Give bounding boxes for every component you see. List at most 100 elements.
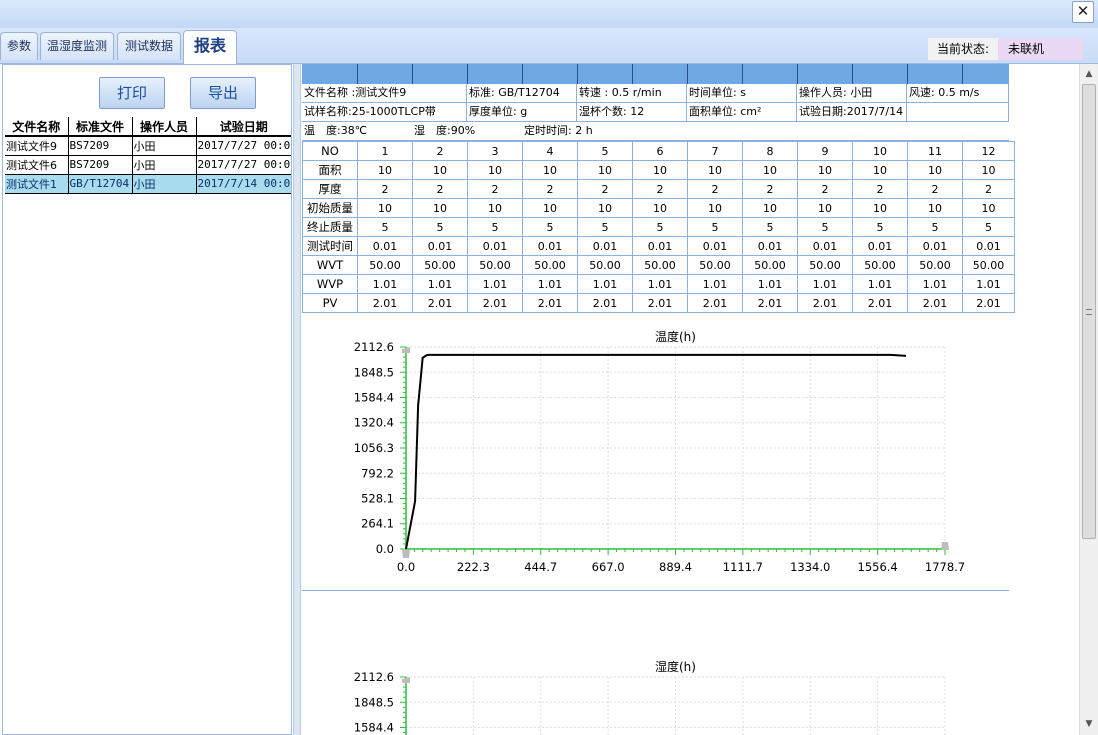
file-name: 测试文件6 — [5, 155, 69, 175]
panel-splitter[interactable] — [293, 64, 301, 735]
humidity-chart: 湿度(h) 1584.4 1848.5 2112.6 — [354, 659, 946, 735]
results-cell: 0.01 — [687, 236, 743, 256]
info-thickness-unit: 厚度单位: g — [467, 103, 577, 122]
cup-number: 9 — [797, 141, 853, 161]
file-date: 2017/7/27 00:00 — [196, 155, 291, 175]
info-wind-speed: 风速: 0.5 m/s — [907, 84, 1009, 103]
results-cell: 10 — [742, 160, 798, 180]
results-cell: 2.01 — [687, 293, 743, 313]
info-row-3: 温 度:38℃ 湿 度:90% 定时时间: 2 h — [302, 122, 1009, 141]
results-cell: 0.01 — [412, 236, 468, 256]
report-area: 文件名称 :测试文件9 标准: GB/T12704 转速 : 0.5 r/min… — [302, 64, 1079, 735]
results-cell: 2.01 — [852, 293, 908, 313]
results-row-label: 终止质量 — [302, 217, 358, 237]
info-temperature: 温 度:38℃ — [304, 124, 368, 137]
results-cell: 2 — [742, 179, 798, 199]
results-cell: 10 — [577, 198, 633, 218]
scroll-up-icon[interactable]: ▲ — [1080, 66, 1098, 83]
print-button[interactable]: 打印 — [99, 77, 165, 109]
x-tick-label: 222.3 — [457, 560, 490, 574]
info-standard: 标准: GB/T12704 — [467, 84, 577, 103]
x-tick-label: 1111.7 — [723, 560, 763, 574]
results-cell: 10 — [632, 160, 688, 180]
results-cell: 5 — [412, 217, 468, 237]
file-row-selected[interactable]: 测试文件1 GB/T12704 小田 2017/7/14 00:00 — [5, 174, 291, 194]
file-operator: 小田 — [132, 155, 197, 175]
results-cell: 10 — [742, 198, 798, 218]
info-operator: 操作人员: 小田 — [797, 84, 907, 103]
cup-number: 1 — [357, 141, 413, 161]
y-tick-label: 1320.4 — [354, 416, 394, 430]
info-timer: 定时时间: 2 h — [524, 124, 593, 137]
file-date: 2017/7/14 00:00 — [196, 174, 291, 194]
chart-divider — [302, 590, 1009, 591]
results-cell: 2.01 — [797, 293, 853, 313]
y-tick-label: 1848.5 — [354, 695, 394, 709]
info-speed: 转速 : 0.5 r/min — [577, 84, 687, 103]
cup-number: 3 — [467, 141, 523, 161]
export-button[interactable]: 导出 — [190, 77, 256, 109]
results-cell: 10 — [522, 198, 578, 218]
chart-title: 湿度(h) — [655, 659, 696, 674]
results-cell: 5 — [632, 217, 688, 237]
col-operator[interactable]: 操作人员 — [132, 117, 197, 137]
results-cell: 0.01 — [907, 236, 963, 256]
scroll-down-icon[interactable]: ▼ — [1080, 716, 1098, 733]
cup-number: 10 — [852, 141, 908, 161]
results-row: 终止质量 5 5 5 5 5 5 5 5 5 5 5 5 — [302, 217, 1015, 237]
vertical-scrollbar[interactable]: ▲ ▼ — [1079, 64, 1098, 735]
tab-temp-humidity[interactable]: 温湿度监测 — [40, 32, 114, 60]
results-row: 面积 10 10 10 10 10 10 10 10 10 10 10 10 — [302, 160, 1015, 180]
results-cell: 2 — [467, 179, 523, 199]
results-row: 初始质量 10 10 10 10 10 10 10 10 10 10 10 10 — [302, 198, 1015, 218]
col-standard[interactable]: 标准文件 — [68, 117, 133, 137]
results-cell: 10 — [687, 198, 743, 218]
file-row[interactable]: 测试文件9 BS7209 小田 2017/7/27 00:00 — [5, 136, 291, 156]
results-cell: 10 — [687, 160, 743, 180]
results-row-label: WVT — [302, 255, 358, 275]
x-tick-label: 1556.4 — [858, 560, 898, 574]
results-cell: 10 — [797, 198, 853, 218]
x-tick-label: 1334.0 — [790, 560, 830, 574]
file-standard: GB/T12704 — [68, 174, 133, 194]
info-cup-count: 湿杯个数: 12 — [577, 103, 687, 122]
results-row-label: NO — [302, 141, 358, 161]
info-row-1: 文件名称 :测试文件9 标准: GB/T12704 转速 : 0.5 r/min… — [302, 84, 1009, 103]
file-standard: BS7209 — [68, 136, 133, 156]
results-cell: 0.01 — [852, 236, 908, 256]
results-cell: 2 — [522, 179, 578, 199]
y-tick-label: 2112.6 — [354, 670, 394, 684]
results-cell: 10 — [357, 160, 413, 180]
results-cell: 5 — [797, 217, 853, 237]
results-cell: 50.00 — [522, 255, 578, 275]
tab-params[interactable]: 参数 — [0, 32, 38, 60]
results-cell: 5 — [467, 217, 523, 237]
results-cell: 50.00 — [907, 255, 963, 275]
cup-number: 2 — [412, 141, 468, 161]
results-cell: 50.00 — [577, 255, 633, 275]
y-tick-label: 528.1 — [361, 492, 394, 506]
results-row-label: WVP — [302, 274, 358, 294]
cup-number: 6 — [632, 141, 688, 161]
close-icon[interactable]: ✕ — [1072, 1, 1094, 23]
col-file-name[interactable]: 文件名称 — [5, 117, 69, 137]
results-table: NO 1 2 3 4 5 6 7 8 9 10 11 12 面积 10 10 10 10 10 10 10 10 10 10 1… — [302, 141, 1015, 313]
results-cell: 1.01 — [357, 274, 413, 294]
file-row[interactable]: 测试文件6 BS7209 小田 2017/7/27 00:00 — [5, 155, 291, 175]
results-cell: 2 — [632, 179, 688, 199]
results-cell: 1.01 — [742, 274, 798, 294]
results-cell: 1.01 — [522, 274, 578, 294]
results-cell: 10 — [467, 160, 523, 180]
tab-report[interactable]: 报表 — [183, 30, 237, 64]
x-tick-label: 667.0 — [592, 560, 625, 574]
info-row-2: 试样名称:25-1000TLCP带 厚度单位: g 湿杯个数: 12 面积单位:… — [302, 103, 1009, 122]
report-window: ✕ 参数 温湿度监测 测试数据 报表 当前状态: 未联机 打印 导出 文件名称 … — [0, 0, 1098, 735]
y-tick-label: 792.2 — [361, 466, 394, 480]
scroll-thumb[interactable] — [1082, 84, 1096, 539]
cup-number: 11 — [907, 141, 963, 161]
tab-test-data[interactable]: 测试数据 — [117, 32, 181, 60]
col-test-date[interactable]: 试验日期 — [196, 117, 291, 137]
chart-title: 温度(h) — [655, 329, 696, 344]
results-cell: 50.00 — [742, 255, 798, 275]
results-cell: 1.01 — [687, 274, 743, 294]
